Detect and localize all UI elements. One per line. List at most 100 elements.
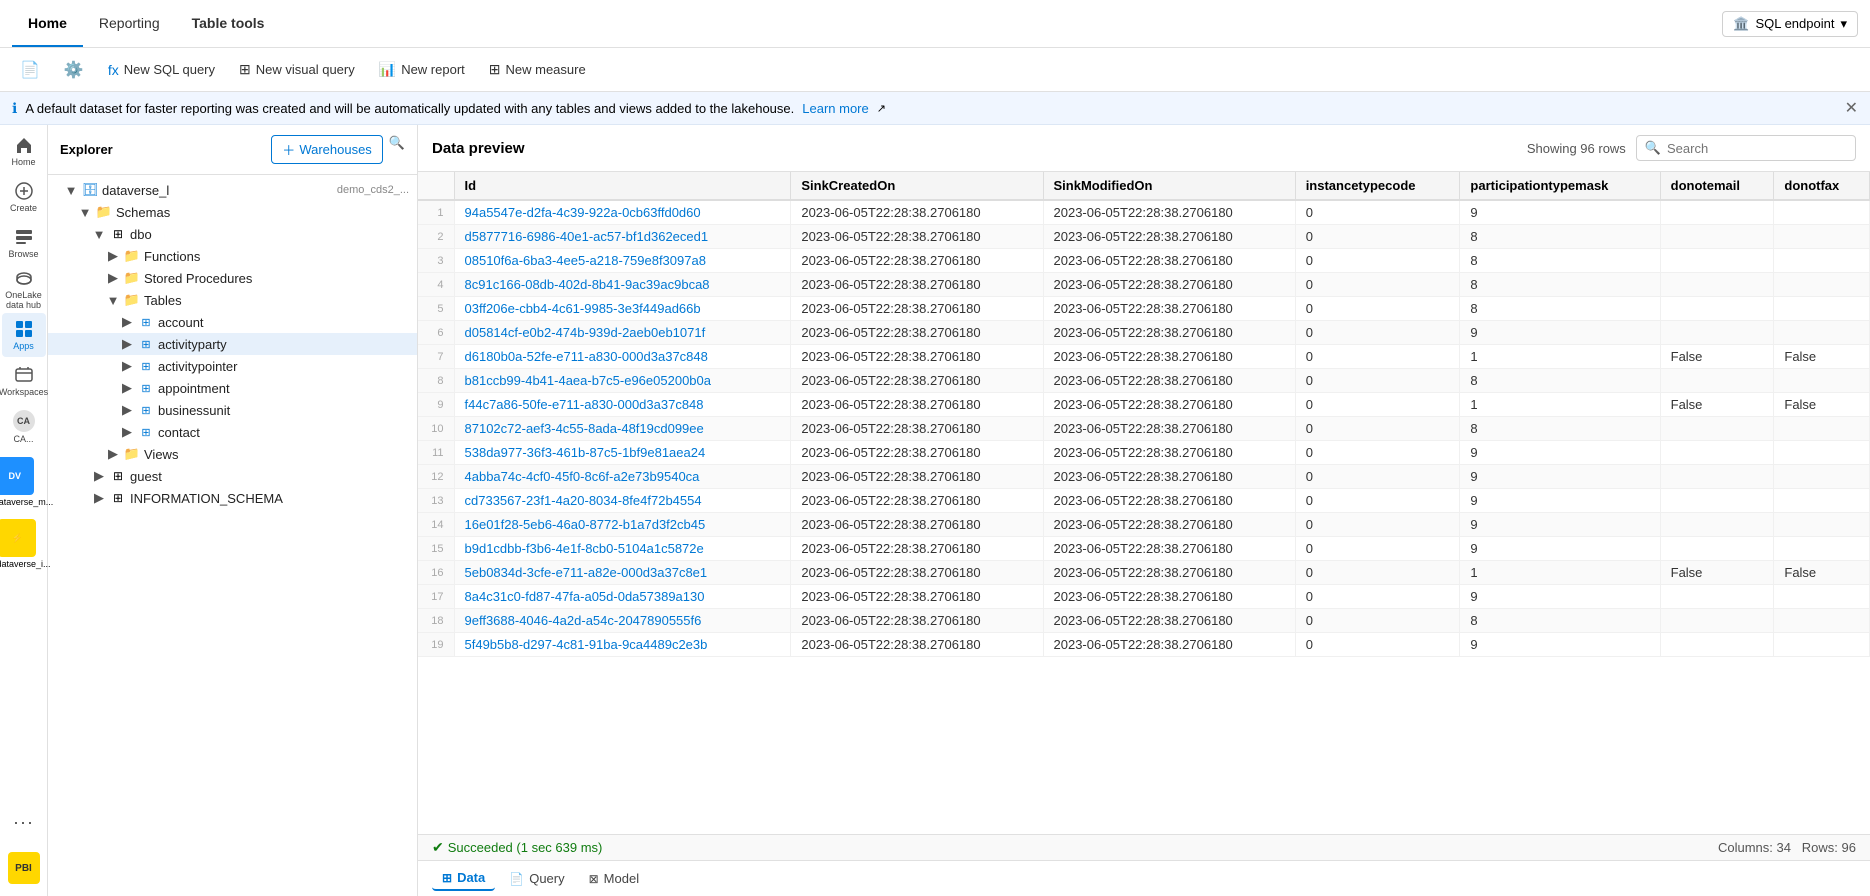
col-header-sinkcreatedon[interactable]: SinkCreatedOn [791,172,1043,200]
col-header-instancetypecode[interactable]: instancetypecode [1295,172,1460,200]
tree-item-guest[interactable]: ▶ ⊞ guest [48,465,417,487]
explorer-tree: ▼ 🗄 dataverse_l demo_cds2_... ▼ 📁 Schema… [48,175,417,896]
tree-item-account[interactable]: ▶ ⊞ account [48,311,417,333]
tree-item-db[interactable]: ▼ 🗄 dataverse_l demo_cds2_... [48,179,417,201]
col-header-donotemail[interactable]: donotemail [1660,172,1774,200]
sidebar-item-ca[interactable]: CA CA... [2,405,46,449]
cell-sinkmodifiedon: 2023-06-05T22:28:38.2706180 [1043,609,1295,633]
learn-more-link[interactable]: Learn more [802,101,868,116]
search-icon[interactable]: 🔍 [389,135,405,164]
cell-sinkcreatedon: 2023-06-05T22:28:38.2706180 [791,393,1043,417]
db-subtitle-label: demo_cds2_... [337,184,409,196]
sidebar-item-apps[interactable]: Apps [2,313,46,357]
add-warehouses-btn[interactable]: ＋ Warehouses [271,135,383,164]
cell-participationtypemask: 8 [1460,249,1660,273]
database-icon: 🏛️ [1733,16,1749,32]
cell-donotfax [1774,297,1870,321]
settings-btn[interactable]: ⚙️ [54,56,94,84]
tree-item-functions[interactable]: ▶ 📁 Functions [48,245,417,267]
create-icon [14,181,34,201]
tree-item-stored-procedures[interactable]: ▶ 📁 Stored Procedures [48,267,417,289]
tab-model[interactable]: ⊠ Model [579,867,649,890]
table-icon: ⊞ [138,314,154,330]
new-report-btn[interactable]: 📊 New report [369,57,475,82]
chevron-right-icon: ▶ [120,315,134,329]
cell-participationtypemask: 9 [1460,321,1660,345]
query-tab-icon: 📄 [509,872,524,886]
col-header-donotfax[interactable]: donotfax [1774,172,1870,200]
col-header-participationtypemask[interactable]: participationtypemask [1460,172,1660,200]
sidebar-item-create[interactable]: Create [2,175,46,219]
sidebar-item-dataverse-i[interactable]: ⚡ dataverse_i... [0,513,53,573]
cell-id: d05814cf-e0b2-474b-939d-2aeb0eb1071f [454,321,791,345]
cell-donotemail [1660,537,1774,561]
tree-item-tables[interactable]: ▼ 📁 Tables [48,289,417,311]
cell-id: 5eb0834d-3cfe-e711-a82e-000d3a37c8e1 [454,561,791,585]
new-measure-btn[interactable]: ⊞ New measure [479,57,596,82]
cell-instancetypecode: 0 [1295,200,1460,225]
tree-item-views[interactable]: ▶ 📁 Views [48,443,417,465]
preview-meta: Showing 96 rows 🔍 [1527,135,1856,161]
cell-donotfax [1774,249,1870,273]
sidebar-item-workspaces[interactable]: Workspaces [2,359,46,403]
chevron-down-icon: ▼ [92,227,106,241]
sql-endpoint-btn[interactable]: 🏛️ SQL endpoint ▾ [1722,11,1858,37]
page-icon-btn[interactable]: 📄 [10,56,50,84]
cell-donotfax [1774,200,1870,225]
tree-item-appointment[interactable]: ▶ ⊞ appointment [48,377,417,399]
cell-sinkmodifiedon: 2023-06-05T22:28:38.2706180 [1043,585,1295,609]
tree-item-contact[interactable]: ▶ ⊞ contact [48,421,417,443]
power-bi-icon[interactable]: PBI [8,852,40,884]
chevron-right-icon: ▶ [106,271,120,285]
cell-instancetypecode: 0 [1295,249,1460,273]
sidebar-item-home[interactable]: Home [2,129,46,173]
tree-item-schemas[interactable]: ▼ 📁 Schemas [48,201,417,223]
cell-sinkmodifiedon: 2023-06-05T22:28:38.2706180 [1043,537,1295,561]
sidebar-item-onelake[interactable]: OneLake data hub [2,267,46,311]
sidebar-item-browse[interactable]: Browse [2,221,46,265]
tab-table-tools[interactable]: Table tools [176,0,281,47]
gear-icon: ⚙️ [64,60,84,80]
data-tab-label: Data [457,870,485,885]
cell-participationtypemask: 8 [1460,417,1660,441]
tab-data[interactable]: ⊞ Data [432,866,495,891]
tree-item-activitypointer[interactable]: ▶ ⊞ activitypointer [48,355,417,377]
row-num: 10 [418,417,454,441]
preview-panel: Data preview Showing 96 rows 🔍 Id SinkCr… [418,125,1870,896]
cell-donotfax [1774,441,1870,465]
tree-item-businessunit[interactable]: ▶ ⊞ businessunit [48,399,417,421]
table-row: 2 d5877716-6986-40e1-ac57-bf1d362eced1 2… [418,225,1870,249]
cell-donotemail [1660,297,1774,321]
cell-participationtypemask: 9 [1460,585,1660,609]
row-num: 14 [418,513,454,537]
folder-icon: 📁 [96,204,112,220]
cell-instancetypecode: 0 [1295,369,1460,393]
col-header-id[interactable]: Id [454,172,791,200]
workspaces-icon [14,365,34,385]
sidebar-item-more[interactable]: ··· [2,800,46,844]
tree-item-information-schema[interactable]: ▶ ⊞ INFORMATION_SCHEMA [48,487,417,509]
close-info-btn[interactable]: ✕ [1845,98,1858,118]
tab-query[interactable]: 📄 Query [499,867,574,890]
search-box[interactable]: 🔍 [1636,135,1856,161]
folder-icon: 📁 [124,446,140,462]
tab-reporting[interactable]: Reporting [83,0,176,47]
cell-donotemail: False [1660,345,1774,369]
cell-instancetypecode: 0 [1295,393,1460,417]
dataverse-i-thumbnail[interactable]: ⚡ [0,519,36,557]
tree-item-dbo[interactable]: ▼ ⊞ dbo [48,223,417,245]
cell-id: 08510f6a-6ba3-4ee5-a218-759e8f3097a8 [454,249,791,273]
table-row: 5 03ff206e-cbb4-4c61-9985-3e3f449ad66b 2… [418,297,1870,321]
col-header-sinkmodifiedon[interactable]: SinkModifiedOn [1043,172,1295,200]
cell-sinkmodifiedon: 2023-06-05T22:28:38.2706180 [1043,513,1295,537]
new-sql-query-btn[interactable]: fx New SQL query [98,58,225,82]
new-visual-query-btn[interactable]: ⊞ New visual query [229,57,365,82]
tree-item-activityparty[interactable]: ▶ ⊞ activityparty [48,333,417,355]
tab-home[interactable]: Home [12,0,83,47]
cell-sinkcreatedon: 2023-06-05T22:28:38.2706180 [791,537,1043,561]
dataverse-m-thumbnail[interactable]: DV [0,457,34,495]
search-input[interactable] [1667,141,1847,156]
sidebar-item-dataverse-m[interactable]: DV dataverse_m... [0,451,55,511]
row-num: 6 [418,321,454,345]
cell-sinkmodifiedon: 2023-06-05T22:28:38.2706180 [1043,441,1295,465]
